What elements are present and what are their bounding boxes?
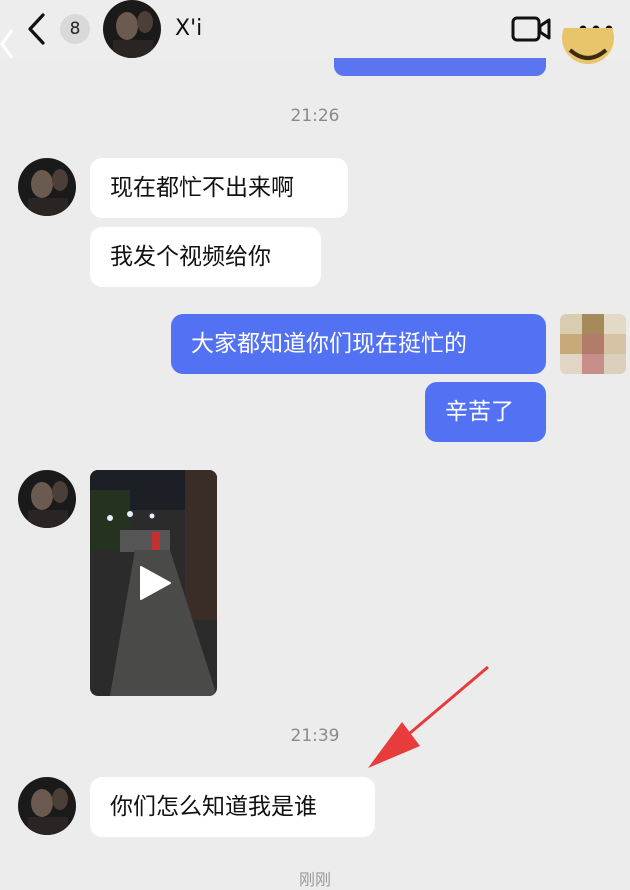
contact-avatar[interactable] [18,777,76,835]
contact-avatar[interactable] [18,470,76,528]
incoming-message-bubble[interactable]: 现在都忙不出来啊 [90,158,348,218]
incoming-message-bubble[interactable]: 你们怎么知道我是谁 [90,777,375,837]
my-avatar [560,314,626,374]
video-message-thumbnail[interactable] [90,470,217,696]
outgoing-message-bubble[interactable]: 辛苦了 [425,382,546,442]
chat-header: 8 X'i [0,0,630,58]
contact-name[interactable]: X'i [175,13,202,45]
edge-back-gesture-icon [0,29,14,59]
chevron-left-icon[interactable] [22,12,52,46]
video-camera-icon[interactable] [510,14,552,44]
annotation-arrow-icon [368,665,489,768]
outgoing-message-bubble[interactable]: 大家都知道你们现在挺忙的 [171,314,546,374]
status-text: 刚刚 [298,870,331,889]
previous-outgoing-bubble [334,58,546,76]
timestamp: 21:39 [290,726,340,746]
timestamp: 21:26 [290,106,340,126]
unread-badge[interactable]: 8 [60,14,90,44]
incoming-message-bubble[interactable]: 我发个视频给你 [90,227,321,287]
contact-avatar[interactable] [103,0,161,58]
my-avatar-partial [560,28,616,74]
play-icon[interactable] [138,565,172,601]
contact-avatar[interactable] [18,158,76,216]
